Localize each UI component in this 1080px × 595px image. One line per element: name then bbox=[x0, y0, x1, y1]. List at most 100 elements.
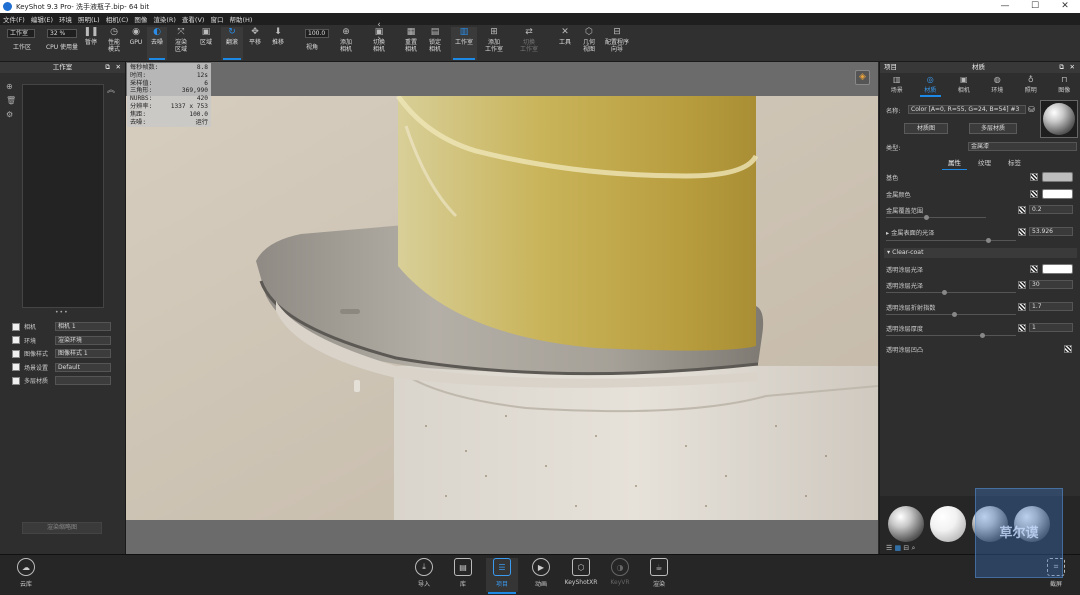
trash-icon[interactable]: 🗑 bbox=[6, 96, 16, 110]
material-graph-button[interactable]: 材质图 bbox=[904, 123, 948, 134]
camera-checkbox[interactable] bbox=[12, 322, 20, 331]
cloud-library-button[interactable]: ☁ 云库 bbox=[10, 558, 42, 592]
lock-camera-button[interactable]: ▤ 锁定 相机 bbox=[424, 27, 446, 60]
studio-list[interactable] bbox=[22, 84, 104, 308]
switch-camera-button[interactable]: ‹ ▣ › 切换 相机 bbox=[365, 20, 393, 60]
texture-map-icon[interactable] bbox=[1018, 303, 1026, 311]
menu-render[interactable]: 渲染(R) bbox=[153, 14, 176, 24]
studio-button[interactable]: ▥ 工作室 bbox=[451, 27, 477, 60]
gpu-button[interactable]: ◉ GPU bbox=[127, 27, 145, 60]
metal-coverage-field[interactable]: 0.2 bbox=[1029, 205, 1073, 214]
menu-image[interactable]: 图像 bbox=[134, 14, 147, 24]
texture-map-icon[interactable] bbox=[1018, 228, 1026, 236]
texture-map-icon[interactable] bbox=[1018, 324, 1026, 332]
render-button[interactable]: ☕ 渲染 bbox=[643, 558, 675, 592]
scene-settings-select[interactable]: Default bbox=[55, 362, 111, 372]
cpu-usage-field[interactable]: 32 % bbox=[47, 29, 77, 38]
menu-help[interactable]: 帮助(H) bbox=[229, 14, 252, 24]
texture-map-icon[interactable] bbox=[1030, 173, 1038, 181]
keyshotxr-button[interactable]: ⬡ KeyShotXR bbox=[564, 558, 598, 592]
tab-scene[interactable]: ▥ 场景 bbox=[880, 75, 914, 97]
animation-button[interactable]: ▶ 动画 bbox=[525, 558, 557, 592]
reset-camera-button[interactable]: ▦ 重置 相机 bbox=[400, 27, 422, 60]
maximize-icon[interactable]: ☐ bbox=[1020, 0, 1050, 13]
performance-mode-button[interactable]: ◷ 性能 模式 bbox=[102, 27, 126, 60]
base-color-swatch[interactable] bbox=[1042, 172, 1073, 182]
tools-button[interactable]: ✕ 工具 bbox=[555, 27, 575, 60]
clearcoat-ior-field[interactable]: 1.7 bbox=[1029, 302, 1073, 311]
import-button[interactable]: ⤓ 导入 bbox=[408, 558, 440, 592]
add-icon[interactable]: ⊕ bbox=[6, 82, 16, 96]
switch-studio-button[interactable]: ⇄ 切换 工作室 bbox=[514, 27, 544, 60]
pause-button[interactable]: ❚❚ 暂停 bbox=[82, 27, 100, 60]
slider-knob[interactable] bbox=[980, 333, 985, 338]
library-material-thumb[interactable] bbox=[888, 506, 924, 542]
save-material-icon[interactable]: ⛁ bbox=[1028, 105, 1035, 114]
metal-gloss-slider[interactable] bbox=[886, 238, 1016, 243]
splitter-handle[interactable]: ••• bbox=[55, 309, 69, 316]
minimize-icon[interactable]: — bbox=[990, 0, 1020, 13]
render-thumbnail-button[interactable]: 渲染缩略图 bbox=[22, 522, 102, 534]
multi-material-checkbox[interactable] bbox=[12, 376, 20, 385]
material-name-field[interactable]: Color [A=0, R=55, G=24, B=54] #3 bbox=[908, 105, 1026, 114]
menu-window[interactable]: 窗口 bbox=[210, 14, 223, 24]
library-material-thumb[interactable] bbox=[930, 506, 966, 542]
fov-field[interactable]: 100.0 bbox=[305, 29, 329, 38]
render-region-button[interactable]: ⤧ 渲染 区域 bbox=[170, 27, 192, 60]
grid-view-icon[interactable]: ▦ bbox=[895, 544, 902, 552]
subtab-textures[interactable]: 纹理 bbox=[978, 157, 991, 167]
tab-image[interactable]: ⊓ 图像 bbox=[1048, 75, 1080, 97]
geometry-view-button[interactable]: ⬡ 几何 视图 bbox=[578, 27, 600, 60]
texture-map-icon[interactable] bbox=[1018, 206, 1026, 214]
image-style-select[interactable]: 图像样式 1 bbox=[55, 349, 111, 359]
denoise-button[interactable]: ◐ 去噪 bbox=[147, 27, 167, 60]
clearcoat-thickness-slider[interactable] bbox=[886, 333, 1016, 338]
slider-knob[interactable] bbox=[942, 290, 947, 295]
list-view-icon[interactable]: ☰ bbox=[886, 544, 892, 552]
clearcoat-color-swatch[interactable] bbox=[1042, 264, 1073, 274]
texture-map-icon[interactable] bbox=[1064, 345, 1072, 353]
metal-coverage-slider[interactable] bbox=[886, 215, 986, 220]
panel-close-icon[interactable]: ✕ bbox=[1070, 62, 1075, 73]
clearcoat-gloss-field[interactable]: 30 bbox=[1029, 280, 1073, 289]
close-icon[interactable]: ✕ bbox=[1050, 0, 1080, 13]
tab-lighting[interactable]: ♁ 照明 bbox=[1014, 75, 1048, 97]
region-button[interactable]: ▣ 区域 bbox=[196, 27, 216, 60]
keyvr-button[interactable]: ◑ KeyVR bbox=[604, 558, 636, 592]
zoom-icon[interactable]: ⊟ bbox=[903, 544, 909, 552]
menu-lighting[interactable]: 照明(L) bbox=[78, 14, 100, 24]
render-viewport[interactable]: 每秒帧数: 8.8 时间: 12s 采样值: 6 三角形: 369,990 NURBS:… bbox=[126, 62, 878, 554]
dolly-button[interactable]: ⬇ 推移 bbox=[267, 27, 289, 60]
add-camera-button[interactable]: ⊕ 添加 相机 bbox=[335, 27, 357, 60]
subtab-labels[interactable]: 标签 bbox=[1008, 157, 1021, 167]
multi-material-select[interactable] bbox=[55, 376, 111, 386]
slider-knob[interactable] bbox=[952, 312, 957, 317]
pan-button[interactable]: ✥ 平移 bbox=[245, 27, 265, 60]
search-icon[interactable]: ⌕ bbox=[911, 544, 915, 552]
menu-environment[interactable]: 环境 bbox=[59, 14, 72, 24]
menu-camera[interactable]: 相机(C) bbox=[106, 14, 129, 24]
texture-map-icon[interactable] bbox=[1018, 281, 1026, 289]
library-button[interactable]: ▤ 库 bbox=[447, 558, 479, 592]
collapse-chevron-icon[interactable]: ︽ bbox=[107, 84, 115, 95]
popout-icon[interactable]: ⧉ bbox=[1059, 62, 1064, 73]
workspace-select[interactable]: 工作室 bbox=[7, 29, 35, 38]
slider-knob[interactable] bbox=[986, 238, 991, 243]
project-button[interactable]: ☰ 项目 bbox=[486, 558, 518, 594]
environment-checkbox[interactable] bbox=[12, 336, 20, 345]
menu-view[interactable]: 查看(V) bbox=[182, 14, 205, 24]
menu-edit[interactable]: 编辑(E) bbox=[31, 14, 53, 24]
multi-material-button[interactable]: 多层材质 bbox=[969, 123, 1017, 134]
popout-icon[interactable]: ⧉ bbox=[105, 62, 110, 73]
region-render-toggle-icon[interactable]: ◈ bbox=[855, 70, 870, 85]
tab-environment[interactable]: ◍ 环境 bbox=[981, 75, 1015, 97]
menu-file[interactable]: 文件(F) bbox=[3, 14, 25, 24]
settings-icon[interactable]: ⚙ bbox=[6, 110, 16, 124]
clearcoat-ior-slider[interactable] bbox=[886, 312, 1016, 317]
metal-gloss-field[interactable]: 53.926 bbox=[1029, 227, 1073, 236]
material-type-select[interactable]: 金属漆 bbox=[968, 142, 1077, 151]
image-style-checkbox[interactable] bbox=[12, 349, 20, 358]
scene-settings-checkbox[interactable] bbox=[12, 363, 20, 372]
clearcoat-gloss-slider[interactable] bbox=[886, 290, 1016, 295]
texture-map-icon[interactable] bbox=[1030, 265, 1038, 273]
